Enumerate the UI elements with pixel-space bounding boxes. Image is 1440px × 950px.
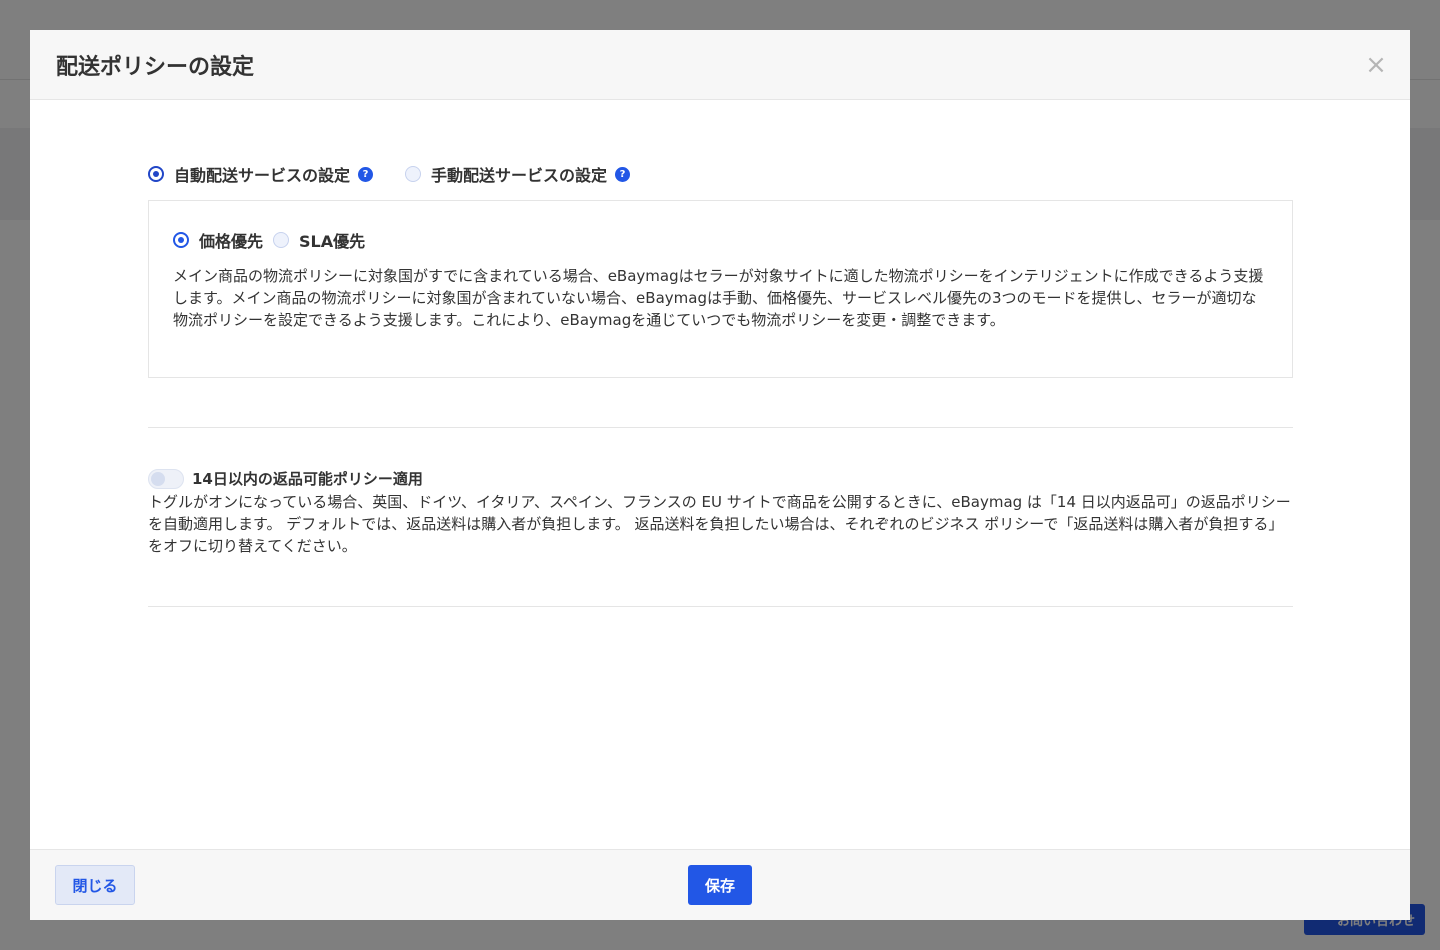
modal-title: 配送ポリシーの設定 xyxy=(56,54,255,80)
radio-auto-shipping-label: 自動配送サービスの設定 xyxy=(174,166,351,185)
return-policy-row: 14日以内の返品可能ポリシー適用 xyxy=(148,468,423,489)
radio-price-priority-label: 価格優先 xyxy=(199,232,264,251)
return-policy-toggle[interactable] xyxy=(148,468,184,489)
auto-settings-description: メイン商品の物流ポリシーに対象国がすでに含まれている場合、eBaymagはセラー… xyxy=(173,267,1264,329)
return-policy-label: 14日以内の返品可能ポリシー適用 xyxy=(192,470,423,488)
radio-unselected-icon[interactable] xyxy=(405,166,422,182)
modal-footer: 閉じる 保存 xyxy=(30,849,1410,920)
close-button[interactable]: 閉じる xyxy=(55,865,135,905)
shipping-policy-modal: 配送ポリシーの設定 × 自動配送サービスの設定 ? 手動配送サービスの設定 ? … xyxy=(30,30,1410,920)
section-divider xyxy=(148,427,1293,428)
section-divider xyxy=(148,606,1293,607)
radio-price-priority[interactable]: 価格優先 xyxy=(173,228,263,252)
radio-sla-priority-label: SLA優先 xyxy=(299,232,366,251)
shipping-mode-radio-group: 自動配送サービスの設定 ? 手動配送サービスの設定 ? xyxy=(148,162,662,186)
radio-selected-icon[interactable] xyxy=(148,166,164,182)
modal-header: 配送ポリシーの設定 × xyxy=(30,30,1410,100)
help-icon[interactable]: ? xyxy=(358,166,374,182)
modal-body: 自動配送サービスの設定 ? 手動配送サービスの設定 ? 価格優先 SLA優先 メ… xyxy=(30,100,1410,849)
radio-sla-priority[interactable]: SLA優先 xyxy=(273,228,365,252)
close-icon[interactable]: × xyxy=(1365,52,1387,78)
help-icon[interactable]: ? xyxy=(615,166,631,182)
radio-auto-shipping[interactable]: 自動配送サービスの設定 ? xyxy=(148,162,374,186)
radio-unselected-icon[interactable] xyxy=(273,232,290,248)
radio-manual-shipping-label: 手動配送サービスの設定 xyxy=(431,166,608,185)
save-button[interactable]: 保存 xyxy=(688,865,752,905)
toggle-knob xyxy=(151,471,165,486)
radio-selected-icon[interactable] xyxy=(173,232,189,248)
priority-radio-group: 価格優先 SLA優先 xyxy=(173,228,375,252)
auto-settings-panel: 価格優先 SLA優先 メイン商品の物流ポリシーに対象国がすでに含まれている場合、… xyxy=(148,200,1293,378)
return-policy-description: トグルがオンになっている場合、英国、ドイツ、イタリア、スペイン、フランスの EU… xyxy=(148,493,1291,555)
radio-manual-shipping[interactable]: 手動配送サービスの設定 ? xyxy=(405,162,631,186)
